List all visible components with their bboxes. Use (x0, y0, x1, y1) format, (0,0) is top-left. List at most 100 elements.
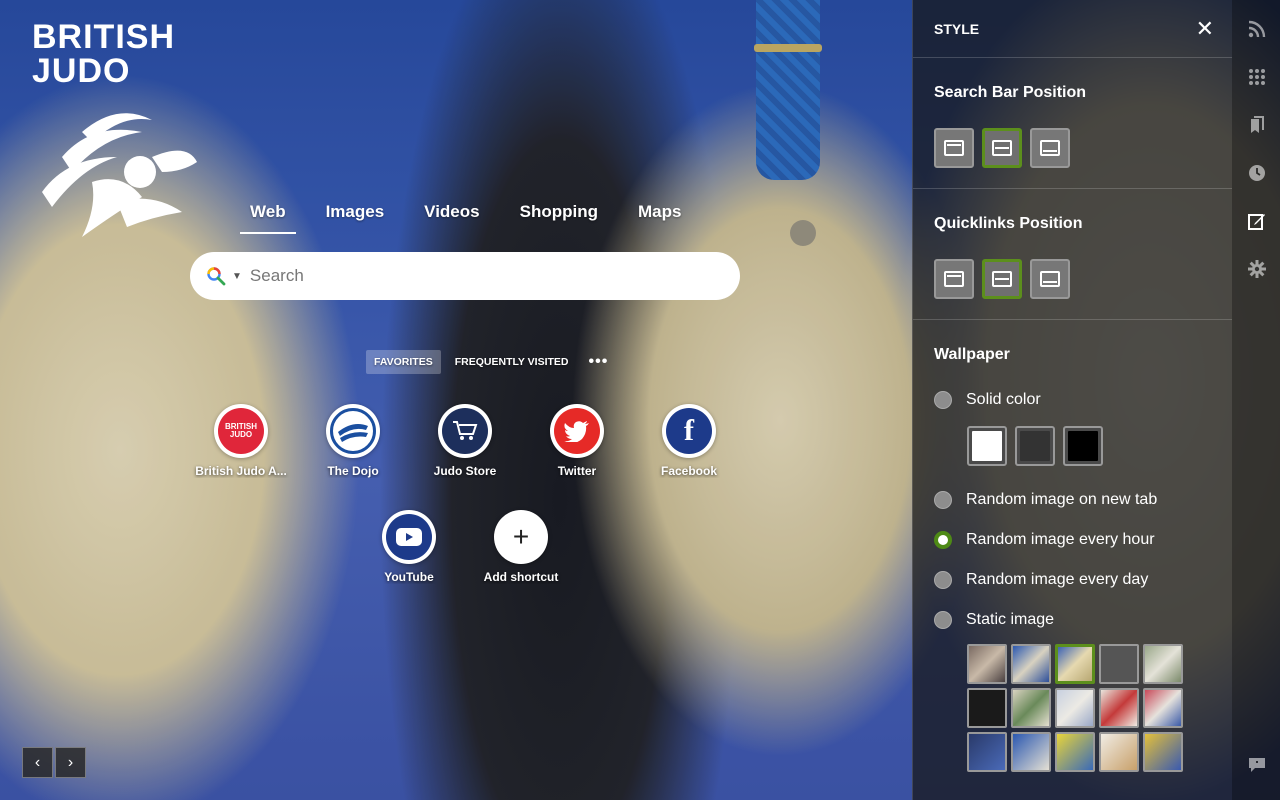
tab-web[interactable]: Web (240, 196, 296, 234)
wallpaper-thumbnail[interactable] (1011, 688, 1051, 728)
previous-wallpaper-button[interactable]: ‹ (22, 747, 53, 778)
style-edit-icon[interactable] (1248, 212, 1266, 230)
judo-figure-icon (42, 113, 197, 237)
tab-videos[interactable]: Videos (424, 196, 479, 234)
option-label: Static image (966, 611, 1055, 628)
tab-maps[interactable]: Maps (638, 196, 681, 234)
bookmarks-icon[interactable] (1248, 116, 1266, 134)
quicklinks-tabs: FAVORITES FREQUENTLY VISITED ••• (366, 350, 608, 374)
wallpaper-thumbnail[interactable] (967, 688, 1007, 728)
swatch-white[interactable] (967, 426, 1007, 466)
wallpaper-thumbnail[interactable] (1011, 644, 1051, 684)
quicklink-twitter[interactable]: Twitter (521, 404, 633, 478)
history-clock-icon[interactable] (1248, 164, 1266, 182)
wallpaper-option-random-day[interactable]: Random image every day (934, 560, 1211, 600)
british-judo-logo: BRITISH JUDO (32, 18, 202, 237)
layout-top-icon (944, 271, 964, 287)
tab-favorites[interactable]: FAVORITES (366, 350, 441, 374)
logo-line-2: JUDO (32, 52, 131, 90)
search-bar[interactable]: ▼ (190, 252, 740, 300)
tab-shopping[interactable]: Shopping (520, 196, 598, 234)
quicklink-label: British Judo A... (195, 464, 287, 478)
search-bar-position-options (934, 128, 1211, 168)
color-swatches (967, 426, 1211, 466)
quicklink-the-dojo[interactable]: The Dojo (297, 404, 409, 478)
tab-frequently-visited[interactable]: FREQUENTLY VISITED (447, 350, 577, 374)
radio-button[interactable] (934, 391, 952, 409)
wallpaper-thumbnail[interactable] (1099, 732, 1139, 772)
quicklink-label: Twitter (557, 464, 597, 478)
layout-bottom-icon (1040, 140, 1060, 156)
search-type-tabs: Web Images Videos Shopping Maps (240, 196, 721, 234)
style-panel-title: STYLE (934, 20, 980, 37)
wallpaper-thumbnail[interactable] (967, 732, 1007, 772)
quicklinks-position-options (934, 259, 1211, 299)
wallpaper-thumbnail[interactable] (1143, 644, 1183, 684)
wallpaper-thumbnail[interactable] (1143, 688, 1183, 728)
quicklink-youtube[interactable]: YouTube (353, 510, 465, 584)
wallpaper-thumbnail[interactable] (1055, 732, 1095, 772)
radio-button[interactable] (934, 491, 952, 509)
chevron-down-icon[interactable]: ▼ (232, 271, 242, 282)
apps-grid-icon[interactable] (1248, 68, 1266, 86)
position-middle-button[interactable] (982, 259, 1022, 299)
style-panel-header: STYLE ✕ (913, 0, 1232, 58)
wallpaper-thumbnails (967, 644, 1211, 772)
youtube-icon (382, 510, 436, 564)
layout-top-icon (944, 140, 964, 156)
feedback-chat-icon[interactable] (1248, 756, 1266, 774)
quicklink-label: Add shortcut (483, 570, 559, 584)
option-label: Random image every day (966, 571, 1149, 588)
quicklink-add-shortcut[interactable]: + Add shortcut (465, 510, 577, 584)
wallpaper-thumbnail[interactable] (967, 644, 1007, 684)
quicklinks-position-section: Quicklinks Position (913, 189, 1232, 320)
facebook-icon: f (662, 404, 716, 458)
wallpaper-thumbnail-selected[interactable] (1055, 644, 1095, 684)
gear-icon[interactable] (1248, 260, 1266, 278)
more-options-icon[interactable]: ••• (589, 353, 609, 371)
position-middle-button[interactable] (982, 128, 1022, 168)
wallpaper-thumbnail[interactable] (1055, 688, 1095, 728)
wallpaper-thumbnail[interactable] (1099, 688, 1139, 728)
wallpaper-option-random-hour[interactable]: Random image every hour (934, 520, 1211, 560)
radio-button[interactable] (934, 611, 952, 629)
wallpaper-option-random-tab[interactable]: Random image on new tab (934, 480, 1211, 520)
option-label: Random image on new tab (966, 491, 1158, 508)
logo-line-1: BRITISH (32, 18, 175, 56)
layout-middle-icon (992, 271, 1012, 287)
search-bar-position-section: Search Bar Position (913, 58, 1232, 189)
wallpaper-thumbnail[interactable] (1099, 644, 1139, 684)
rss-feed-icon[interactable] (1248, 20, 1266, 38)
swatch-dark-gray[interactable] (1015, 426, 1055, 466)
section-title: Search Bar Position (934, 84, 1087, 101)
quicklink-facebook[interactable]: f Facebook (633, 404, 745, 478)
radio-button-selected[interactable] (934, 531, 952, 549)
position-bottom-button[interactable] (1030, 128, 1070, 168)
tab-images[interactable]: Images (326, 196, 385, 234)
section-title: Wallpaper (934, 346, 1010, 363)
british-judo-icon: BRITISH JUDO (214, 404, 268, 458)
wallpaper-thumbnail[interactable] (1011, 732, 1051, 772)
position-bottom-button[interactable] (1030, 259, 1070, 299)
wallpaper-option-static[interactable]: Static image (934, 600, 1211, 640)
quicklink-british-judo[interactable]: BRITISH JUDO British Judo A... (185, 404, 297, 478)
wallpaper-option-solid[interactable]: Solid color (934, 380, 1211, 420)
quicklink-label: Judo Store (433, 464, 497, 478)
position-top-button[interactable] (934, 259, 974, 299)
cart-icon (438, 404, 492, 458)
radio-button[interactable] (934, 571, 952, 589)
quicklink-judo-store[interactable]: Judo Store (409, 404, 521, 478)
position-top-button[interactable] (934, 128, 974, 168)
close-icon[interactable]: ✕ (1196, 16, 1214, 42)
option-label: Solid color (966, 391, 1041, 408)
swatch-black[interactable] (1063, 426, 1103, 466)
search-engine-icon[interactable] (206, 266, 226, 286)
wallpaper-thumbnail[interactable] (1143, 732, 1183, 772)
search-input[interactable] (249, 266, 690, 286)
plus-icon: + (494, 510, 548, 564)
layout-middle-icon (992, 140, 1012, 156)
option-label: Random image every hour (966, 531, 1155, 548)
dojo-icon (326, 404, 380, 458)
layout-bottom-icon (1040, 271, 1060, 287)
next-wallpaper-button[interactable]: › (55, 747, 86, 778)
